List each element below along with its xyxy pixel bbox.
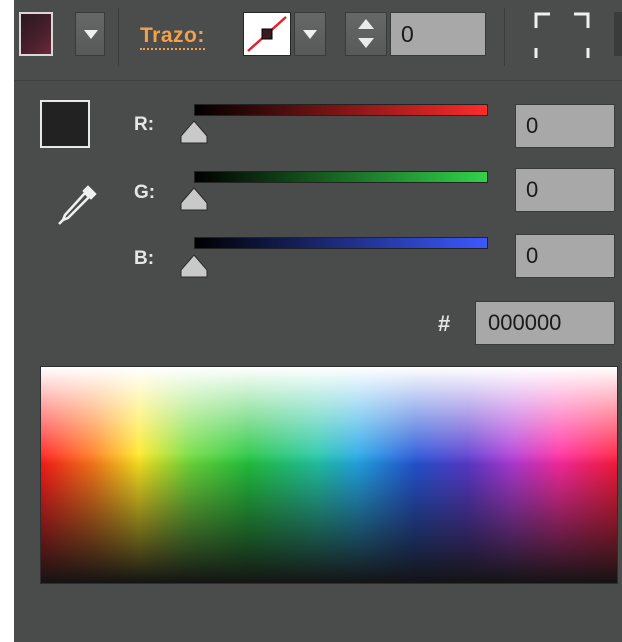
chevron-down-icon [303, 30, 317, 39]
step-down-icon[interactable] [358, 38, 374, 48]
window-frame: Trazo: 0 R: 0 G: 0 B: 0 # 000000 [0, 0, 622, 642]
stroke-dropdown-button[interactable] [294, 12, 326, 56]
stroke-none-icon [247, 16, 287, 52]
stroke-label[interactable]: Trazo: [140, 24, 205, 50]
red-slider-thumb-icon[interactable] [180, 120, 208, 144]
hex-label: # [438, 311, 451, 336]
green-channel-label: G: [134, 182, 156, 203]
align-corners-icon[interactable] [534, 12, 590, 62]
green-slider-track[interactable] [194, 171, 488, 183]
toolbar-divider [118, 8, 119, 66]
stroke-width-stepper[interactable] [345, 12, 387, 56]
step-up-icon[interactable] [358, 19, 374, 29]
fill-color-swatch[interactable] [19, 12, 53, 56]
color-panel: Trazo: 0 R: 0 G: 0 B: 0 # 000000 [14, 0, 622, 642]
chevron-down-icon [84, 30, 98, 39]
stroke-color-swatch[interactable] [243, 12, 291, 56]
blue-channel-label: B: [134, 248, 155, 269]
blue-slider-thumb-icon[interactable] [180, 254, 208, 278]
toolbar-divider [504, 8, 505, 66]
toolbar-overflow-tab[interactable] [614, 12, 622, 56]
eyedropper-icon[interactable] [54, 180, 102, 230]
control-toolbar: Trazo: [14, 0, 622, 81]
stroke-width-input[interactable] [390, 12, 486, 56]
blue-value-input[interactable] [515, 234, 615, 278]
current-color-swatch[interactable] [40, 100, 90, 148]
green-slider-thumb-icon[interactable] [180, 187, 208, 211]
red-value-input[interactable] [515, 104, 615, 148]
color-spectrum-ramp[interactable] [40, 366, 618, 584]
green-value-input[interactable] [515, 168, 615, 212]
blue-slider-track[interactable] [194, 237, 488, 249]
hex-value-input[interactable] [475, 301, 615, 345]
red-slider-track[interactable] [194, 104, 488, 116]
red-channel-label: R: [134, 114, 155, 135]
fill-dropdown-button[interactable] [75, 12, 105, 56]
